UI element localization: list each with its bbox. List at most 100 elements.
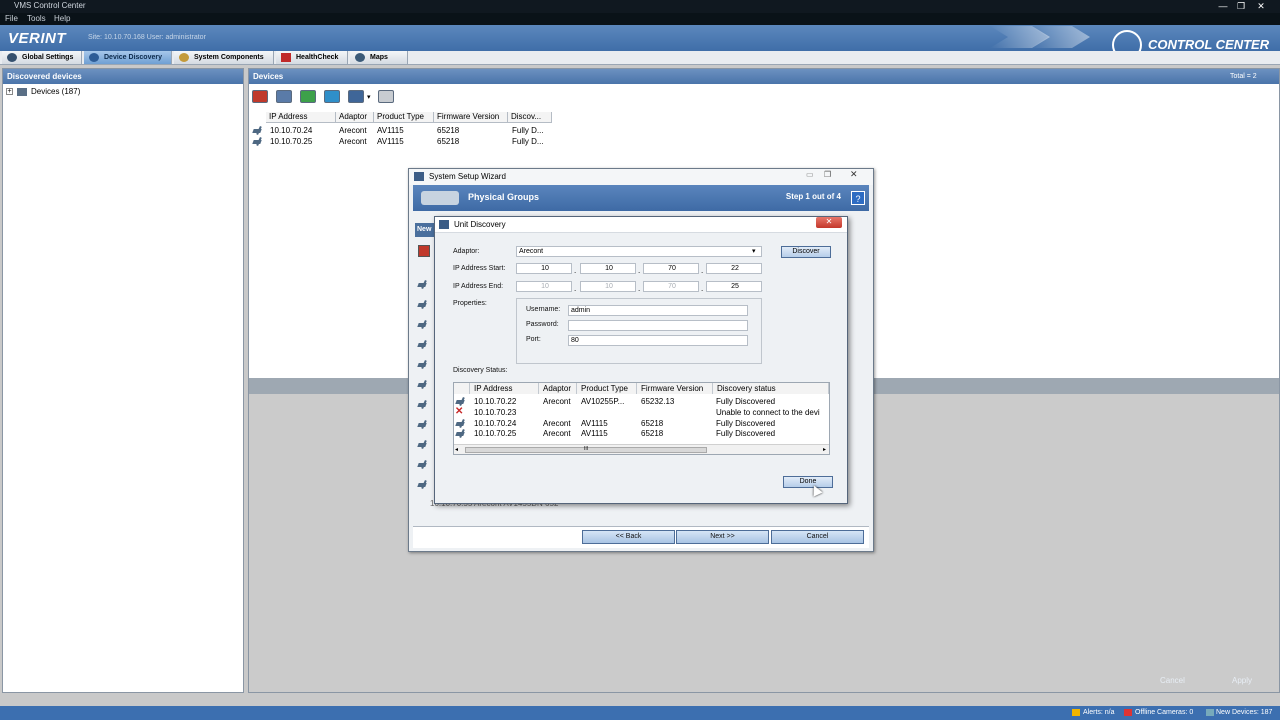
port-label: Port: <box>526 336 541 343</box>
discovery-tool-icon[interactable] <box>348 90 364 103</box>
status-ip[interactable]: 10.10.70.23 <box>474 408 516 417</box>
tab-maps[interactable]: Maps <box>350 51 408 64</box>
device-ip[interactable]: 10.10.70.25 <box>270 137 312 146</box>
panel-title: Discovered devices <box>3 69 243 84</box>
delete-icon[interactable] <box>418 245 430 257</box>
minimize-icon[interactable]: — <box>1214 0 1232 12</box>
status-text: Fully Discovered <box>716 419 776 428</box>
col-firmware-version[interactable]: Firmware Version <box>434 112 508 123</box>
dropdown-arrow-icon[interactable]: ▾ <box>367 93 371 101</box>
edit-icon[interactable] <box>276 90 292 103</box>
tab-global-settings[interactable]: Global Settings <box>2 51 82 64</box>
ip-end-octet-4[interactable]: 25 <box>706 281 762 292</box>
col-adaptor[interactable]: Adaptor <box>539 383 577 394</box>
new-tab-partial: New <box>415 223 435 237</box>
wizard-banner: Physical Groups Step 1 out of 4 ? <box>413 185 869 211</box>
col-product-type[interactable]: Product Type <box>374 112 434 123</box>
col-adaptor[interactable]: Adaptor <box>336 112 374 123</box>
scroll-left-icon[interactable]: ◂ <box>455 446 458 453</box>
refresh-icon[interactable] <box>324 90 340 103</box>
col-discovery-status[interactable]: Discovery status <box>713 383 829 394</box>
status-firmware: 65218 <box>641 419 664 428</box>
wizard-maximize-icon[interactable]: ❐ <box>824 170 831 179</box>
ip-end-octet-2: 10 <box>580 281 636 292</box>
expand-icon[interactable]: + <box>6 88 13 95</box>
menu-tools[interactable]: Tools <box>27 14 46 23</box>
ip-end-octet-1: 10 <box>516 281 572 292</box>
ip-start-label: IP Address Start: <box>453 265 506 272</box>
status-product: AV10255P... <box>581 397 625 406</box>
ip-start-octet-1[interactable]: 10 <box>516 263 572 274</box>
offline-cameras-status: Offline Cameras: 0 <box>1135 709 1194 716</box>
apply-button[interactable]: Apply <box>1232 676 1252 685</box>
new-devices-status: New Devices: 187 <box>1216 709 1273 716</box>
alerts-status: Alerts: n/a <box>1083 709 1115 716</box>
ip-start-octet-4[interactable]: 22 <box>706 263 762 274</box>
camera-icon <box>456 419 466 428</box>
dot-separator: . <box>701 284 704 293</box>
tab-label: System Components <box>194 54 264 61</box>
password-field[interactable] <box>568 320 748 331</box>
horizontal-scrollbar[interactable]: ◂ III ▸ <box>454 444 829 454</box>
back-button[interactable]: << Back <box>582 530 675 544</box>
dialog-close-icon[interactable]: ✕ <box>816 217 842 228</box>
done-button[interactable]: Done <box>783 476 833 488</box>
camera-icon <box>418 360 428 369</box>
ip-start-octet-2[interactable]: 10 <box>580 263 636 274</box>
chevron-down-icon[interactable]: ▾ <box>752 247 756 255</box>
tab-healthcheck[interactable]: HealthCheck <box>276 51 348 64</box>
cancel-button[interactable]: Cancel <box>1160 676 1185 685</box>
ip-start-octet-3[interactable]: 70 <box>643 263 699 274</box>
menu-file[interactable]: File <box>5 14 18 23</box>
banner-device-icon <box>421 191 459 205</box>
close-icon[interactable]: ✕ <box>1252 0 1270 12</box>
wizard-minimize-icon[interactable]: ▭ <box>806 170 814 179</box>
status-text: Fully Discovered <box>716 397 776 406</box>
status-ip[interactable]: 10.10.70.24 <box>474 419 516 428</box>
add-icon[interactable] <box>300 90 316 103</box>
col-firmware-version[interactable]: Firmware Version <box>637 383 713 394</box>
total-count: Total = 2 <box>1230 73 1257 80</box>
device-status: Fully D... <box>512 137 544 146</box>
app-icon <box>414 172 424 181</box>
tab-device-discovery[interactable]: Device Discovery <box>84 51 172 64</box>
dot-separator: . <box>574 266 577 275</box>
col-icon <box>454 383 470 394</box>
scroll-right-icon[interactable]: ▸ <box>823 446 826 453</box>
username-field[interactable]: admin <box>568 305 748 316</box>
delete-device-icon[interactable] <box>252 90 268 103</box>
col-product-type[interactable]: Product Type <box>577 383 637 394</box>
device-product: AV1115 <box>377 126 404 135</box>
col-discovery[interactable]: Discov... <box>508 112 552 123</box>
col-ip-address[interactable]: IP Address <box>470 383 539 394</box>
wizard-close-icon[interactable]: ✕ <box>850 169 858 180</box>
camera-icon <box>418 300 428 309</box>
camera-icon <box>253 137 263 146</box>
menu-help[interactable]: Help <box>54 14 70 23</box>
scroll-grip: III <box>584 446 589 452</box>
camera-icon <box>253 126 263 135</box>
tab-system-components[interactable]: System Components <box>174 51 274 64</box>
discover-button[interactable]: Discover <box>781 246 831 258</box>
help-icon[interactable]: ? <box>851 191 865 205</box>
device-adaptor: Arecont <box>339 137 367 146</box>
offline-camera-icon <box>1124 709 1132 716</box>
col-ip-address[interactable]: IP Address <box>266 112 336 123</box>
discovery-status-label: Discovery Status: <box>453 367 508 374</box>
status-ip[interactable]: 10.10.70.25 <box>474 429 516 438</box>
status-firmware: 65218 <box>641 429 664 438</box>
port-field[interactable]: 80 <box>568 335 748 346</box>
wizard-cancel-button[interactable]: Cancel <box>771 530 864 544</box>
camera-icon <box>418 340 428 349</box>
tree-root-devices[interactable]: Devices (187) <box>31 87 80 96</box>
next-button[interactable]: Next >> <box>676 530 769 544</box>
device-ip[interactable]: 10.10.70.24 <box>270 126 312 135</box>
camera-icon <box>418 480 428 489</box>
maximize-icon[interactable]: ❐ <box>1232 0 1250 12</box>
device-firmware: 65218 <box>437 137 460 146</box>
health-icon <box>281 53 291 62</box>
adaptor-select[interactable]: Arecont <box>516 246 762 257</box>
verint-logo: VERINT <box>8 30 67 47</box>
scroll-thumb[interactable]: III <box>465 446 707 453</box>
status-ip[interactable]: 10.10.70.22 <box>474 397 516 406</box>
